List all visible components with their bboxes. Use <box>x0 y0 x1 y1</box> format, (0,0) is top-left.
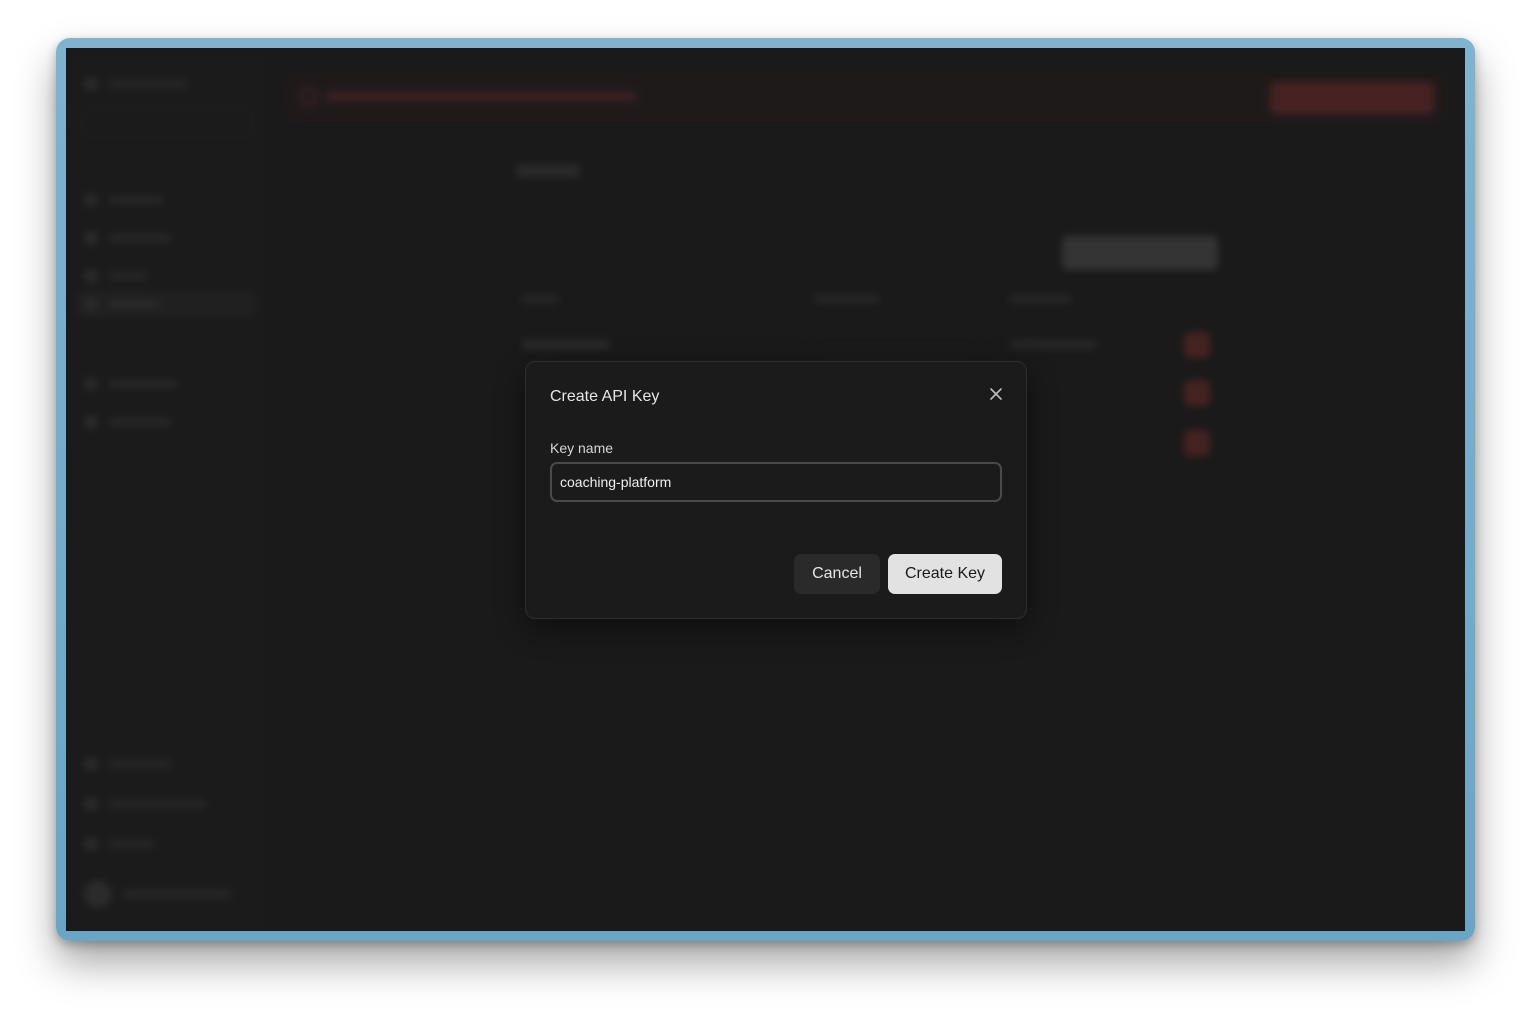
delete-icon <box>1184 332 1210 358</box>
sidebar-item-icon <box>84 297 98 311</box>
cancel-button[interactable]: Cancel <box>794 554 880 594</box>
key-name-label: Key name <box>550 440 614 456</box>
close-button[interactable] <box>984 382 1008 406</box>
column-header <box>814 294 880 306</box>
sidebar-item <box>84 228 172 248</box>
delete-icon <box>1184 380 1210 406</box>
dialog-title: Create API Key <box>550 388 660 405</box>
window-frame: Create API Key Key name Cancel Create Ke… <box>56 38 1475 941</box>
sidebar-item-icon <box>84 837 98 851</box>
sidebar-item-icon <box>84 757 98 771</box>
sidebar-item <box>84 794 206 814</box>
sidebar-item <box>84 266 148 286</box>
table-cell <box>1010 338 1096 352</box>
sidebar-item <box>84 412 172 432</box>
sidebar-item-icon <box>84 193 98 207</box>
page-title <box>516 164 580 182</box>
key-name-input[interactable] <box>550 462 1002 502</box>
sidebar-item-icon <box>84 269 98 283</box>
banner-button <box>1270 82 1434 114</box>
column-header <box>522 294 558 306</box>
table-row <box>522 338 610 352</box>
sidebar <box>66 48 266 931</box>
user-profile <box>84 880 232 908</box>
background-new-key-button <box>1062 236 1218 270</box>
close-icon <box>990 388 1002 400</box>
avatar <box>84 880 112 908</box>
banner-text <box>326 90 636 104</box>
warning-banner <box>286 72 1446 124</box>
delete-icon <box>1184 430 1210 456</box>
workspace-select <box>82 108 252 138</box>
column-header <box>1010 294 1072 306</box>
app-window: Create API Key Key name Cancel Create Ke… <box>66 48 1465 931</box>
sidebar-item <box>84 190 164 210</box>
sidebar-item <box>84 294 160 314</box>
create-api-key-dialog: Create API Key Key name Cancel Create Ke… <box>525 361 1027 619</box>
sidebar-item <box>84 834 154 854</box>
background-search-input <box>518 238 1048 270</box>
key-field <box>814 330 980 356</box>
sidebar-item-icon <box>84 797 98 811</box>
sidebar-item-icon <box>84 377 98 391</box>
sidebar-item <box>84 754 172 774</box>
sidebar-item-icon <box>84 231 98 245</box>
warning-icon <box>300 88 318 106</box>
logo-icon <box>84 77 98 91</box>
sidebar-logo <box>84 74 188 94</box>
sidebar-item-icon <box>84 415 98 429</box>
sidebar-item <box>84 374 178 394</box>
create-key-button[interactable]: Create Key <box>888 554 1002 594</box>
